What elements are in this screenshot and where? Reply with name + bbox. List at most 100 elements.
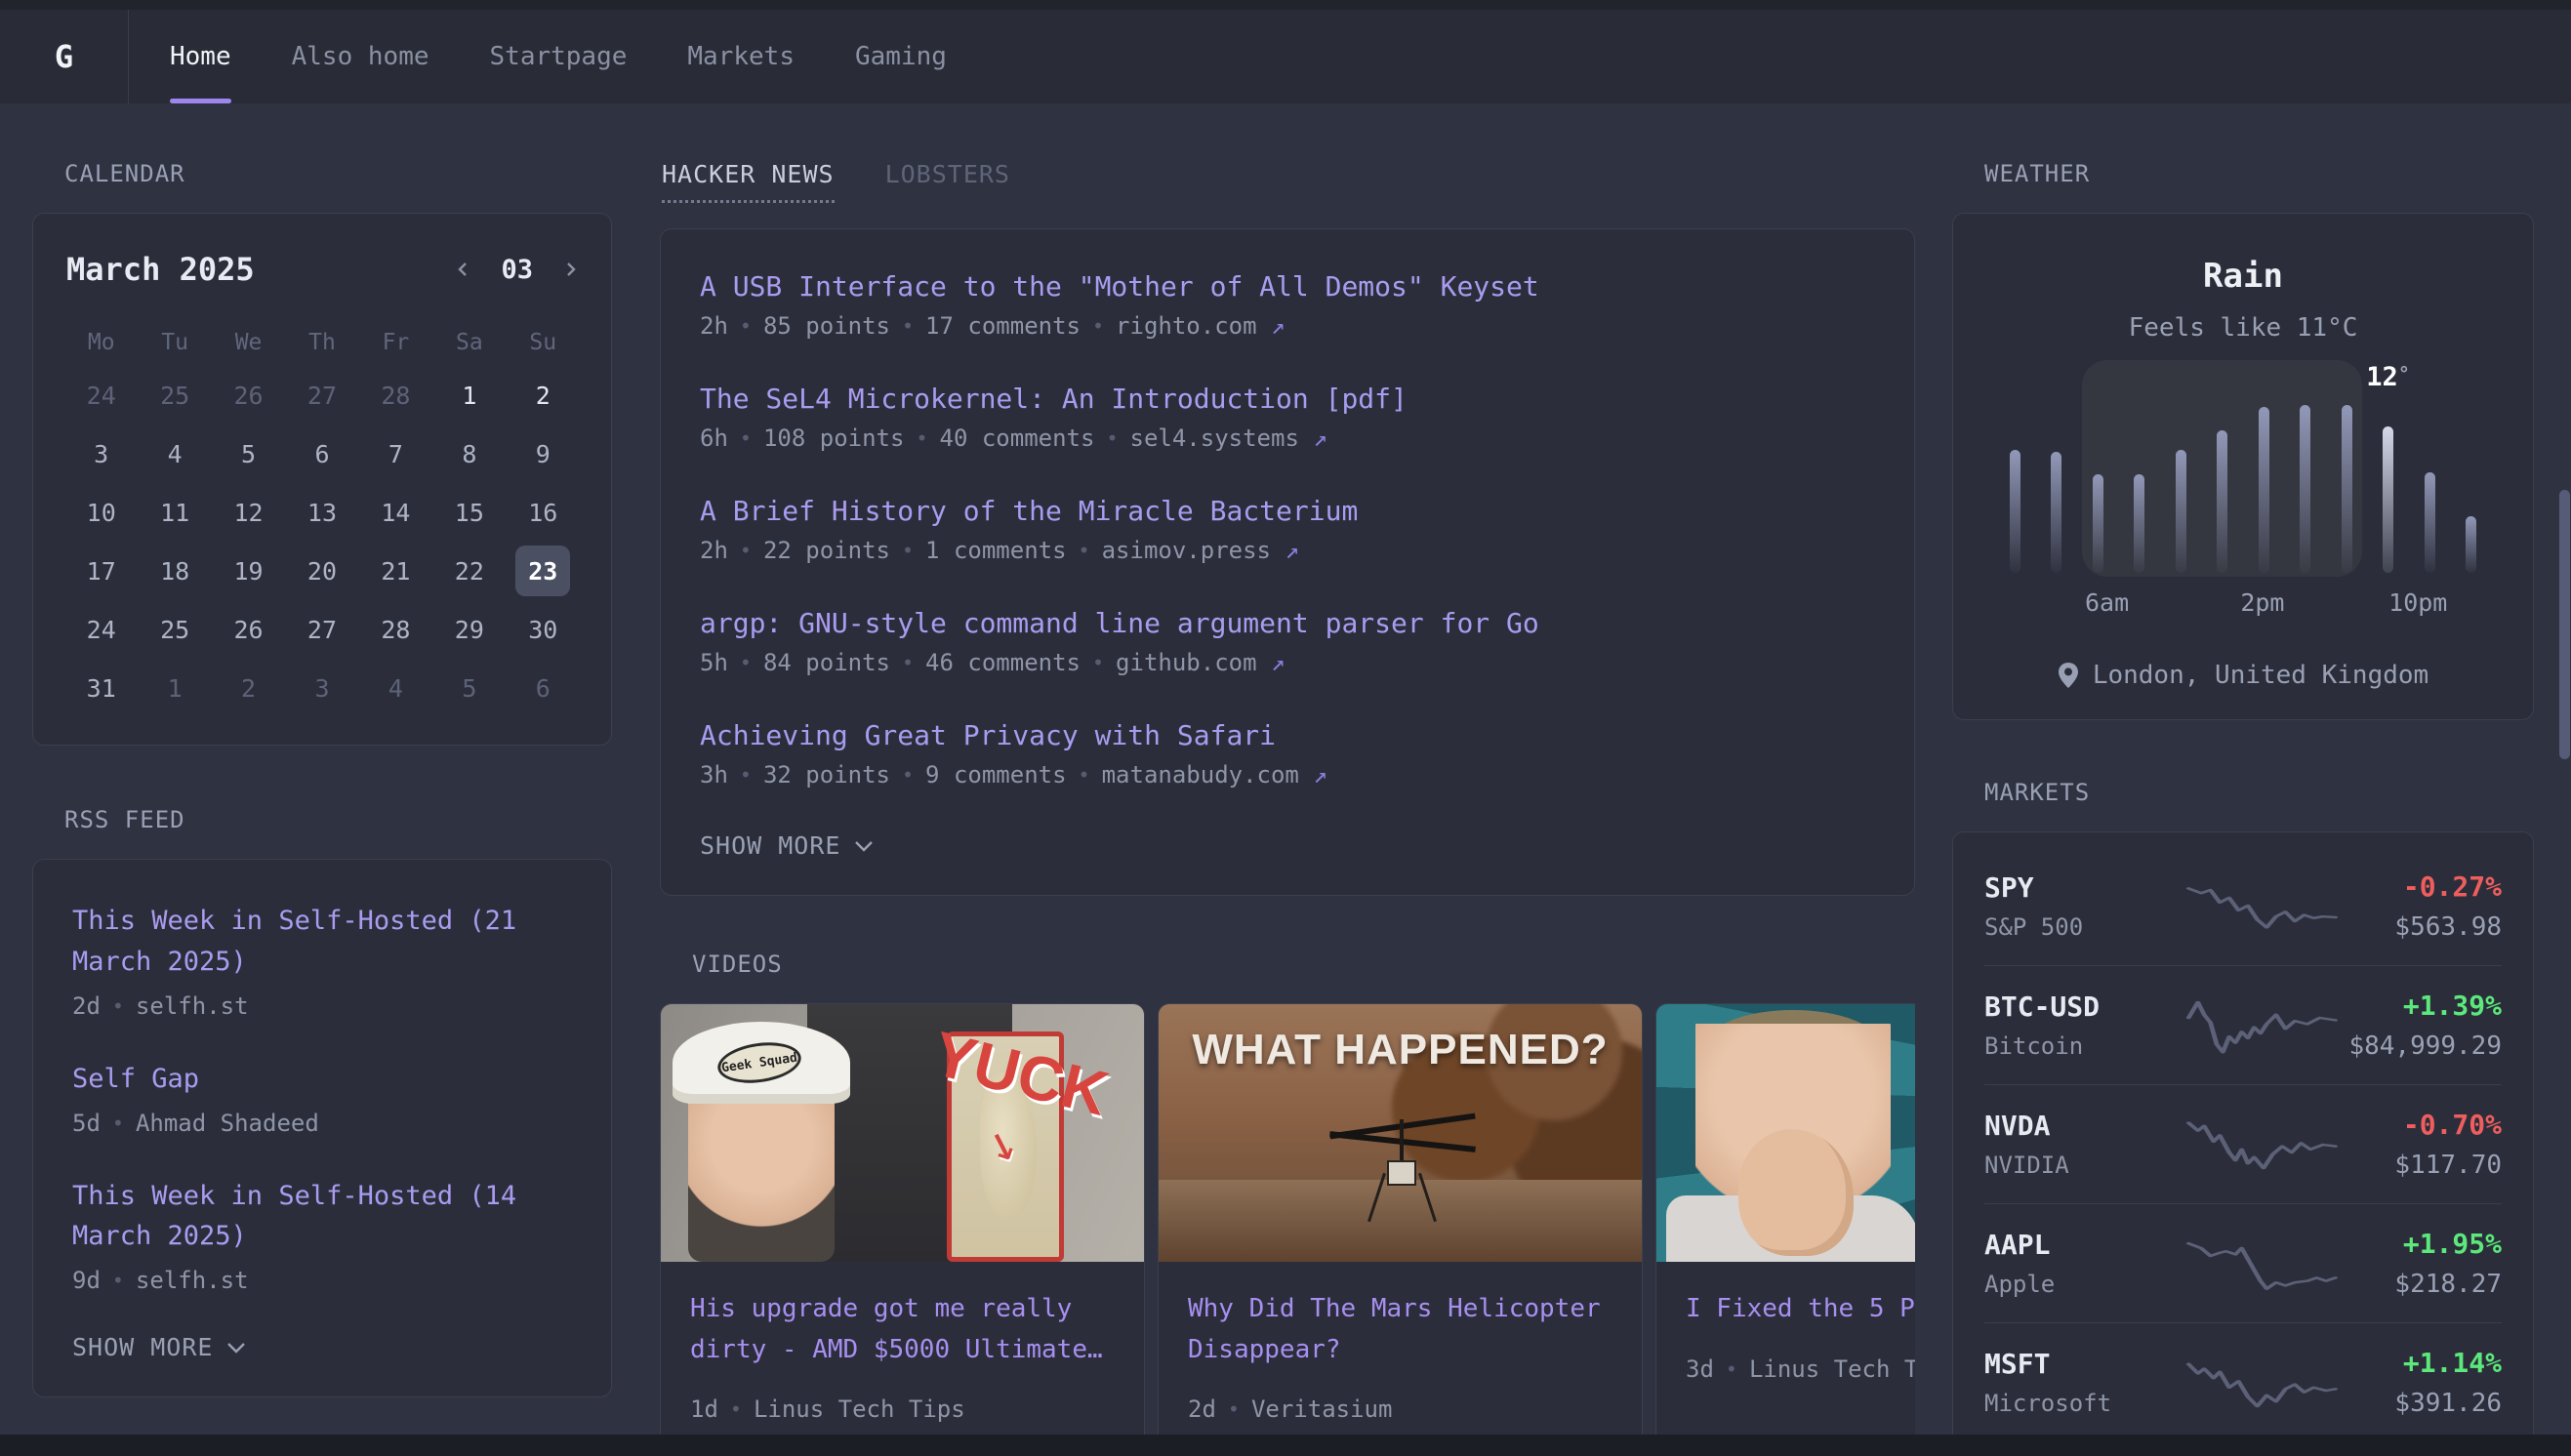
calendar-day[interactable]: 17 (64, 544, 138, 598)
news-item-comments[interactable]: 17 comments (925, 312, 1081, 340)
prev-month-icon[interactable] (456, 262, 471, 277)
market-name: Bitcoin (1984, 1032, 2170, 1060)
rss-show-more-button[interactable]: SHOW MORE (72, 1333, 572, 1361)
calendar-day[interactable]: 4 (138, 426, 211, 481)
calendar-day[interactable]: 30 (507, 602, 580, 657)
news-item-title[interactable]: A Brief History of the Miracle Bacterium (700, 495, 1875, 527)
news-item-title[interactable]: argp: GNU-style command line argument pa… (700, 607, 1875, 639)
market-name: Apple (1984, 1271, 2170, 1298)
nav-tab-startpage[interactable]: Startpage (490, 10, 628, 103)
calendar-day[interactable]: 31 (64, 661, 138, 715)
market-row[interactable]: NVDANVIDIA-0.70%$117.70 (1984, 1084, 2502, 1203)
video-title[interactable]: His upgrade got me really dirty - AMD $5… (690, 1289, 1115, 1370)
calendar-day[interactable]: 2 (212, 661, 285, 715)
calendar-day[interactable]: 10 (64, 485, 138, 540)
nav-tab-markets[interactable]: Markets (687, 10, 795, 103)
news-item-title[interactable]: Achieving Great Privacy with Safari (700, 719, 1875, 751)
market-sparkline (2185, 1113, 2342, 1176)
calendar-day[interactable]: 23 (507, 544, 580, 598)
market-row[interactable]: AAPLApple+1.95%$218.27 (1984, 1203, 2502, 1322)
calendar-day[interactable]: 29 (432, 602, 506, 657)
calendar-day[interactable]: 25 (138, 368, 211, 423)
calendar-day[interactable]: 3 (64, 426, 138, 481)
calendar-day[interactable]: 21 (359, 544, 432, 598)
calendar-day[interactable]: 4 (359, 661, 432, 715)
calendar-day[interactable]: 24 (64, 602, 138, 657)
calendar-day[interactable]: 26 (212, 368, 285, 423)
calendar-day[interactable]: 14 (359, 485, 432, 540)
calendar-day[interactable]: 5 (212, 426, 285, 481)
calendar-day[interactable]: 5 (432, 661, 506, 715)
calendar-day[interactable]: 16 (507, 485, 580, 540)
next-month-icon[interactable] (562, 262, 578, 277)
calendar-day[interactable]: 11 (138, 485, 211, 540)
calendar-day[interactable]: 3 (285, 661, 358, 715)
calendar-day[interactable]: 27 (285, 602, 358, 657)
market-row[interactable]: SPYS&P 500-0.27%$563.98 (1984, 846, 2502, 965)
calendar-day-number: 12 (222, 487, 276, 538)
calendar-day[interactable]: 28 (359, 602, 432, 657)
app-logo[interactable]: G (0, 10, 129, 103)
news-tab-hacker-news[interactable]: HACKER NEWS (662, 160, 835, 203)
calendar-weekday: Tu (138, 321, 211, 364)
chevron-down-icon (854, 839, 874, 853)
helicopter-body-shape (1387, 1160, 1416, 1186)
market-row[interactable]: BTC-USDBitcoin+1.39%$84,999.29 (1984, 965, 2502, 1084)
video-age: 2d (1188, 1395, 1216, 1423)
calendar-day[interactable]: 12 (212, 485, 285, 540)
calendar-day[interactable]: 8 (432, 426, 506, 481)
nav-tab-gaming[interactable]: Gaming (855, 10, 947, 103)
calendar-day[interactable]: 26 (212, 602, 285, 657)
calendar-day[interactable]: 22 (432, 544, 506, 598)
news-item-comments[interactable]: 9 comments (925, 761, 1067, 789)
calendar-day-number: 26 (222, 604, 276, 655)
nav-tab-also-home[interactable]: Also home (292, 10, 429, 103)
calendar-weekday: Mo (64, 321, 138, 364)
calendar-day[interactable]: 6 (507, 661, 580, 715)
calendar-day[interactable]: 1 (432, 368, 506, 423)
rss-item-title[interactable]: Self Gap (72, 1059, 572, 1100)
calendar-day[interactable]: 28 (359, 368, 432, 423)
dot-separator-icon: • (740, 763, 752, 787)
calendar-day[interactable]: 1 (138, 661, 211, 715)
calendar-day[interactable]: 25 (138, 602, 211, 657)
market-name: S&P 500 (1984, 913, 2170, 941)
news-item-source[interactable]: righto.com ↗ (1116, 312, 1285, 340)
news-item-comments[interactable]: 1 comments (925, 537, 1067, 564)
news-item-source[interactable]: matanabudy.com ↗ (1102, 761, 1327, 789)
news-item-comments[interactable]: 46 comments (925, 649, 1081, 676)
calendar-day[interactable]: 7 (359, 426, 432, 481)
weather-hour-bar (2300, 405, 2310, 573)
video-title[interactable]: Why Did The Mars Helicopter Disappear? (1188, 1289, 1612, 1370)
calendar-day[interactable]: 6 (285, 426, 358, 481)
news-item-title[interactable]: A USB Interface to the "Mother of All De… (700, 270, 1875, 303)
news-item-comments[interactable]: 40 comments (940, 425, 1095, 452)
market-price: $391.26 (2342, 1389, 2502, 1418)
video-title[interactable]: I Fixed the 5 Power Connect (1686, 1289, 1915, 1330)
nav-tab-home[interactable]: Home (170, 10, 231, 103)
calendar-day[interactable]: 24 (64, 368, 138, 423)
calendar-day[interactable]: 20 (285, 544, 358, 598)
news-show-more-button[interactable]: SHOW MORE (700, 831, 1875, 860)
calendar-day[interactable]: 19 (212, 544, 285, 598)
news-tab-lobsters[interactable]: LOBSTERS (885, 160, 1010, 203)
rss-item-title[interactable]: This Week in Self-Hosted (21 March 2025) (72, 901, 572, 983)
calendar-day[interactable]: 2 (507, 368, 580, 423)
news-item-source[interactable]: sel4.systems ↗ (1130, 425, 1327, 452)
weather-bar-slot (2010, 405, 2020, 573)
news-item-source[interactable]: github.com ↗ (1116, 649, 1285, 676)
news-item-title[interactable]: The SeL4 Microkernel: An Introduction [p… (700, 383, 1875, 415)
video-thumbnail[interactable]: WHAT HAPPENED? (1159, 1004, 1642, 1262)
news-item-source[interactable]: asimov.press ↗ (1102, 537, 1299, 564)
calendar-day[interactable]: 9 (507, 426, 580, 481)
video-thumbnail[interactable]: DOTHT (1656, 1004, 1915, 1262)
calendar-weekday: We (212, 321, 285, 364)
video-thumbnail[interactable]: Geek SquadYUCK↘ (661, 1004, 1144, 1262)
market-row[interactable]: MSFTMicrosoft+1.14%$391.26 (1984, 1322, 2502, 1441)
calendar-day[interactable]: 15 (432, 485, 506, 540)
calendar-day[interactable]: 13 (285, 485, 358, 540)
calendar-day[interactable]: 18 (138, 544, 211, 598)
page-scrollbar-thumb[interactable] (2559, 490, 2570, 759)
rss-item-title[interactable]: This Week in Self-Hosted (14 March 2025) (72, 1176, 572, 1258)
calendar-day[interactable]: 27 (285, 368, 358, 423)
